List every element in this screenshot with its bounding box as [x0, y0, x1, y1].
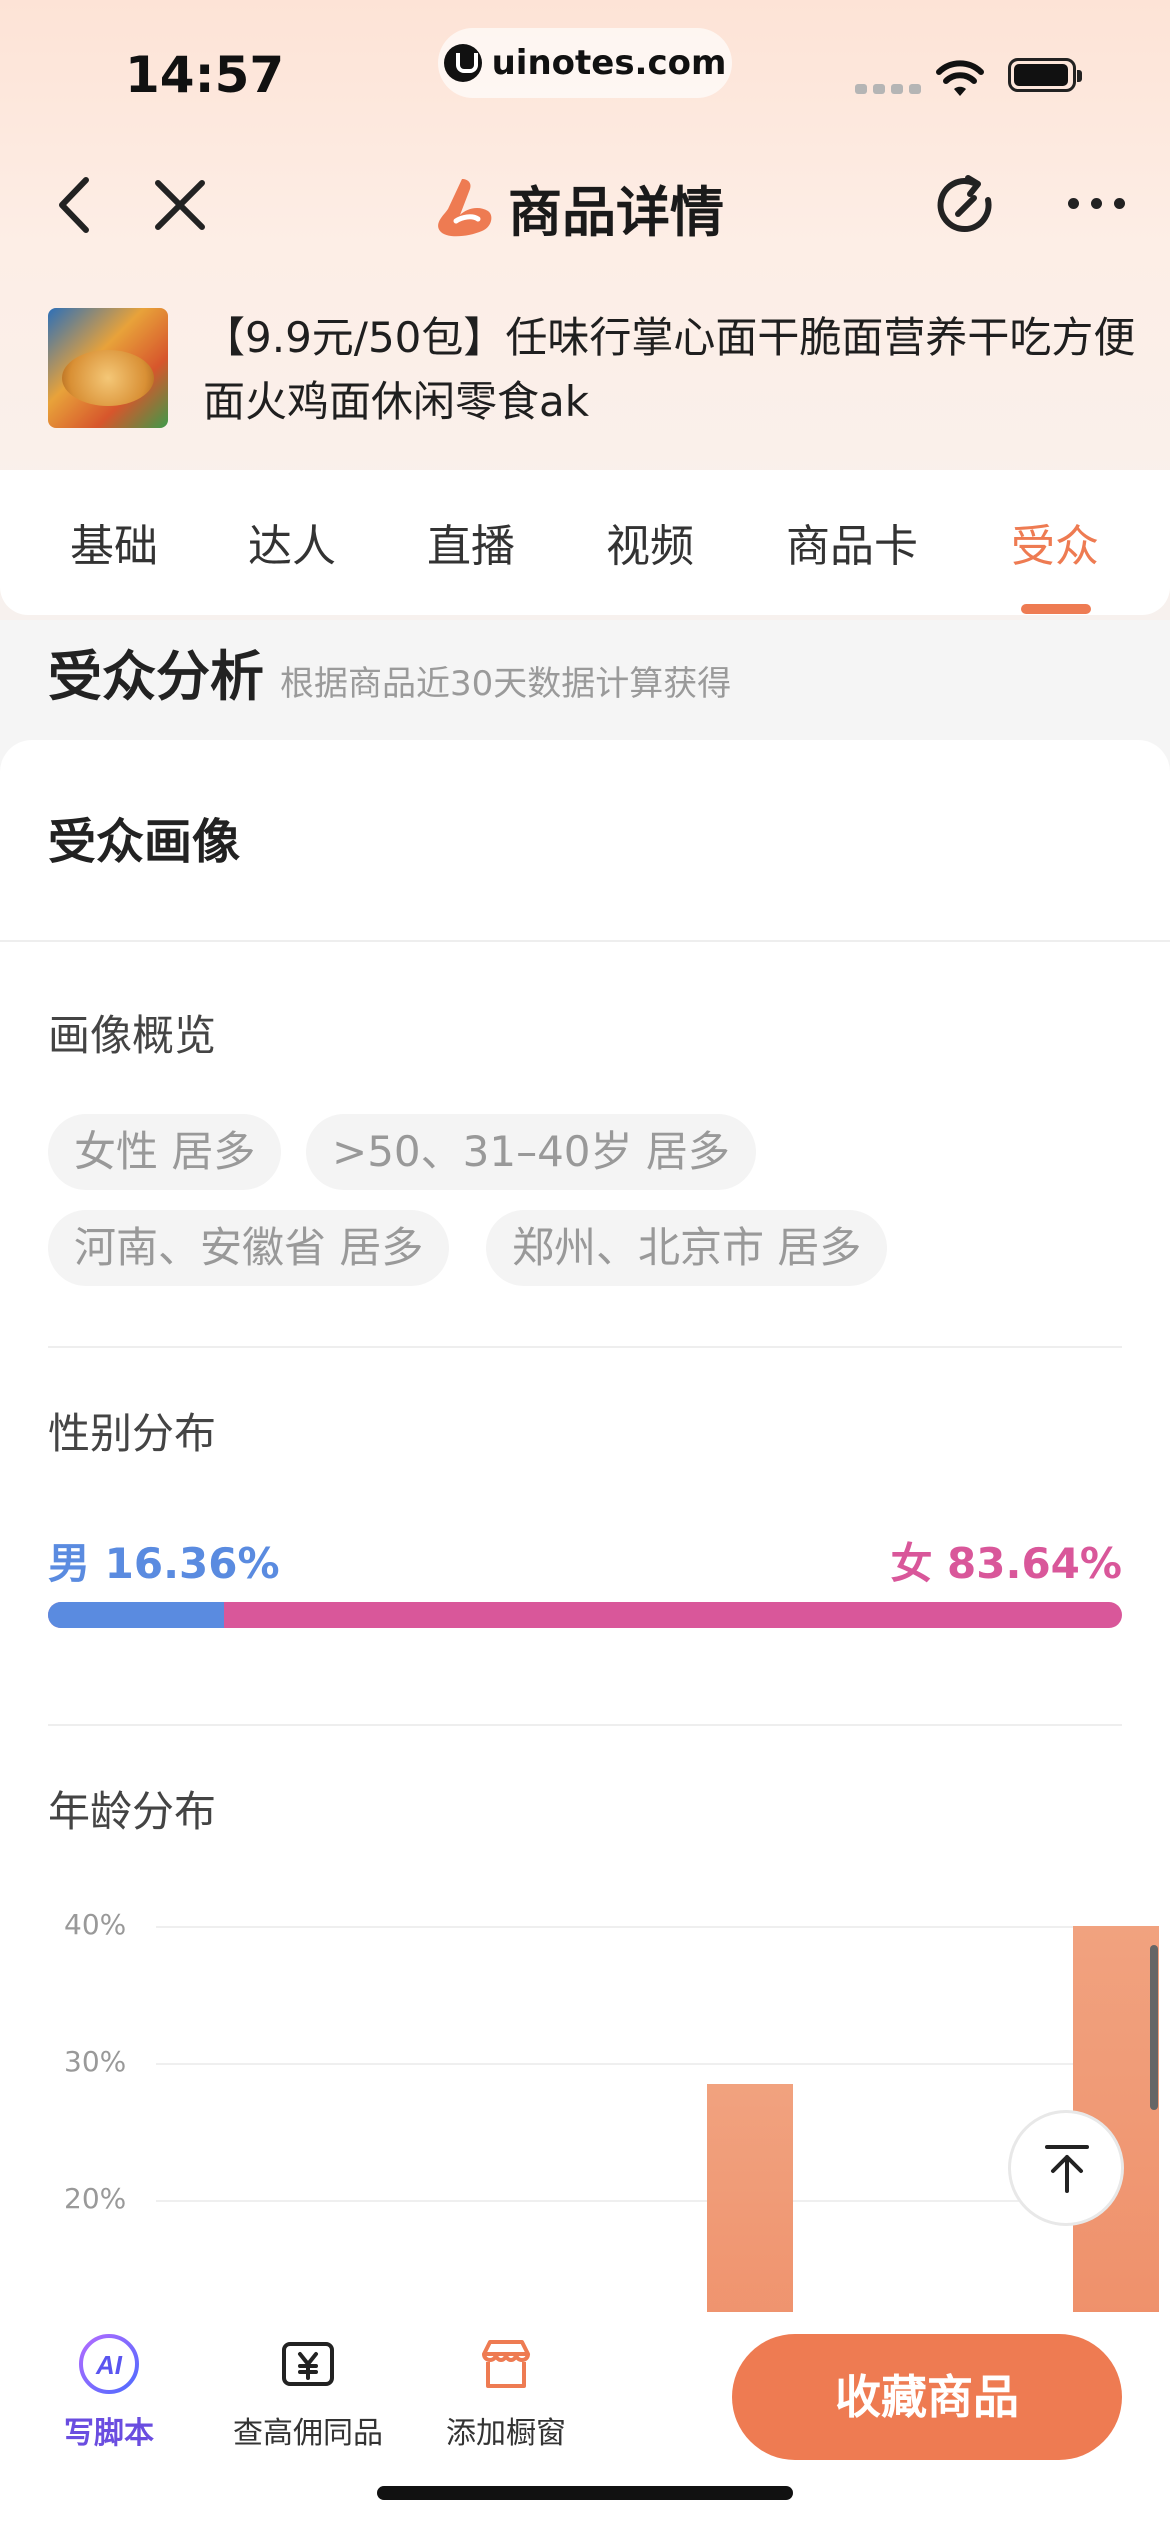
back-to-top-button[interactable] — [1008, 2110, 1124, 2226]
grid-line — [156, 2063, 1112, 2065]
overview-chip: 郑州、北京市 居多 — [486, 1210, 888, 1286]
nav-brand: 商品详情 — [432, 168, 724, 247]
tab-live[interactable]: 直播 — [427, 510, 515, 574]
app-logo-icon — [438, 178, 492, 236]
ai-icon: AI — [79, 2334, 139, 2394]
y-axis-tick-label: 20% — [64, 2182, 127, 2215]
wifi-icon — [936, 60, 984, 96]
tab-audience[interactable]: 受众 — [1011, 510, 1099, 574]
refresh-icon[interactable] — [930, 170, 1000, 240]
overview-label: 画像概览 — [48, 1011, 217, 1060]
url-pill[interactable]: uinotes.com — [438, 28, 732, 98]
y-axis-tick-label: 40% — [64, 1908, 127, 1941]
audience-card: 受众画像 画像概览 女性 居多 >50、31–40岁 居多 河南、安徽省 居多 … — [0, 740, 1170, 2474]
grid-line — [156, 1926, 1112, 1928]
divider — [48, 1724, 1122, 1726]
home-indicator[interactable] — [377, 2486, 793, 2500]
gender-ratio-bar — [48, 1602, 1122, 1628]
product-thumbnail — [48, 308, 168, 428]
product-title: 【9.9元/50包】任味行掌心面干脆面营养干吃方便面火鸡面休闲零食ak — [203, 313, 1136, 426]
product-summary[interactable]: 【9.9元/50包】任味行掌心面干脆面营养干吃方便面火鸡面休闲零食ak — [48, 308, 1135, 428]
tab-influencer[interactable]: 达人 — [248, 510, 336, 574]
section-subtitle: 根据商品近30天数据计算获得 — [280, 664, 732, 704]
divider — [48, 1346, 1122, 1348]
male-ratio-fill — [48, 1602, 224, 1628]
back-icon[interactable] — [48, 170, 108, 240]
page-title: 商品详情 — [508, 181, 724, 244]
gender-label: 性别分布 — [48, 1409, 217, 1458]
svg-text:AI: AI — [95, 2350, 123, 2380]
more-icon[interactable] — [1068, 198, 1125, 209]
section-title: 受众分析 — [48, 645, 264, 708]
tab-basic[interactable]: 基础 — [70, 510, 158, 574]
close-icon[interactable] — [150, 175, 210, 235]
divider — [0, 940, 1170, 942]
active-tab-indicator — [1021, 604, 1091, 614]
high-commission-label: 查高佣同品 — [233, 2416, 383, 2451]
write-script-label: 写脚本 — [64, 2416, 154, 2451]
age-distribution-chart: 40%30%20%10% — [48, 1880, 1159, 2474]
female-percentage: 女 83.64% — [890, 1539, 1122, 1588]
section-header: 受众分析 根据商品近30天数据计算获得 — [48, 632, 731, 711]
yuan-icon — [282, 2342, 334, 2386]
storefront-icon — [482, 2340, 530, 2388]
write-script-button[interactable]: AI 写脚本 — [34, 2332, 184, 2452]
cellular-signal-icon — [855, 84, 921, 94]
age-label: 年龄分布 — [48, 1787, 217, 1836]
battery-icon — [1008, 58, 1082, 92]
grid-line — [156, 2200, 1112, 2202]
site-logo-icon — [443, 44, 482, 82]
tab-bar: 基础 达人 直播 视频 商品卡 受众 — [0, 470, 1170, 615]
overview-chip: >50、31–40岁 居多 — [306, 1114, 756, 1190]
collect-product-button[interactable]: 收藏商品 — [732, 2334, 1122, 2460]
arrow-up-icon — [1045, 2145, 1089, 2193]
nav-bar: 商品详情 — [0, 150, 1170, 260]
status-time: 14:57 — [125, 46, 285, 104]
overview-chip: 河南、安徽省 居多 — [48, 1210, 450, 1286]
tab-video[interactable]: 视频 — [606, 510, 694, 574]
status-bar: 14:57 uinotes.com — [0, 0, 1170, 140]
add-window-label: 添加橱窗 — [446, 2416, 566, 2451]
high-commission-button[interactable]: 查高佣同品 — [233, 2332, 383, 2452]
scroll-indicator[interactable] — [1150, 1945, 1158, 2110]
add-window-button[interactable]: 添加橱窗 — [431, 2332, 581, 2452]
card-title: 受众画像 — [48, 814, 241, 870]
male-percentage: 男 16.36% — [48, 1539, 280, 1588]
url-text: uinotes.com — [491, 43, 727, 83]
noodle-image-icon — [62, 350, 154, 406]
overview-chip: 女性 居多 — [48, 1114, 282, 1190]
y-axis-tick-label: 30% — [64, 2045, 127, 2078]
tab-product-card[interactable]: 商品卡 — [786, 510, 918, 574]
